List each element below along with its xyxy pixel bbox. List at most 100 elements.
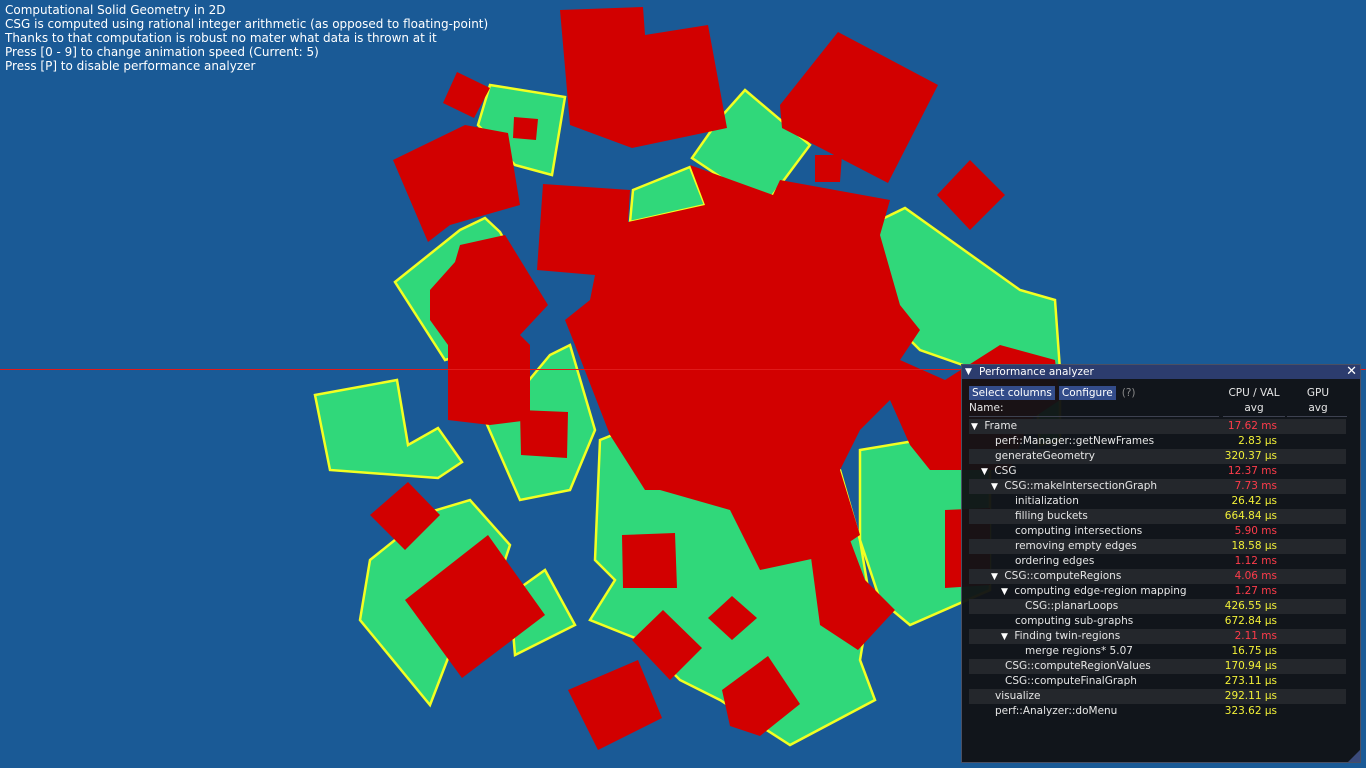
timing-row-label: ▼ CSG <box>981 464 1016 480</box>
timing-row-cpu-value: 17.62 ms <box>1227 420 1277 432</box>
timing-row-cpu-value: 672.84 µs <box>1224 615 1277 627</box>
timing-row[interactable]: merge regions* 5.07 16.75 µs <box>969 644 1346 659</box>
timing-row-cpu-value: 170.94 µs <box>1224 660 1277 672</box>
timing-row-label: CSG::computeFinalGraph <box>1005 674 1137 689</box>
timing-row-cpu-value: 5.90 ms <box>1234 525 1277 537</box>
name-column-header: Name: <box>969 402 1004 414</box>
timing-row-name: perf::Manager::getNewFrames <box>995 435 1155 447</box>
timing-row-label: CSG::computeRegionValues <box>1005 659 1151 674</box>
header-divider <box>1223 416 1285 417</box>
timing-row-cpu-value: 292.11 µs <box>1224 690 1277 702</box>
triangle-down-icon[interactable]: ▼ <box>965 367 979 377</box>
timing-row[interactable]: visualize 292.11 µs <box>969 689 1346 704</box>
select-columns-button[interactable]: Select columns <box>969 386 1055 400</box>
timing-row-name: computing edge-region mapping <box>1014 585 1187 597</box>
red-shape <box>937 160 1005 230</box>
timing-row-label: removing empty edges <box>1015 539 1137 554</box>
timing-row-label: ordering edges <box>1015 554 1094 569</box>
timing-row-label: visualize <box>995 689 1041 704</box>
help-marker[interactable]: (?) <box>1122 387 1136 399</box>
timing-row-name: Frame <box>984 420 1018 432</box>
timing-row[interactable]: perf::Manager::getNewFrames 2.83 µs <box>969 434 1346 449</box>
cpu-column-title: CPU / VAL <box>1228 387 1280 399</box>
timing-row[interactable]: ▼ CSG::makeIntersectionGraph 7.73 ms <box>969 479 1346 494</box>
configure-button[interactable]: Configure <box>1058 386 1116 400</box>
triangle-down-icon[interactable]: ▼ <box>991 570 1001 585</box>
timing-row-name: ordering edges <box>1015 555 1095 567</box>
timing-tree: ▼ Frame 17.62 msperf::Manager::getNewFram… <box>969 419 1346 719</box>
timing-row-label: perf::Manager::getNewFrames <box>995 434 1154 449</box>
performance-analyzer-window[interactable]: ▼ Performance analyzer ✕ Select columns … <box>961 364 1361 763</box>
timing-row[interactable]: ▼ Frame 17.62 ms <box>969 419 1346 434</box>
timing-row[interactable]: perf::Analyzer::doMenu 323.62 µs <box>969 704 1346 719</box>
close-icon[interactable]: ✕ <box>1346 365 1357 379</box>
timing-row-name: generateGeometry <box>995 450 1095 462</box>
timing-row[interactable]: ▼ CSG 12.37 ms <box>969 464 1346 479</box>
timing-row-label: ▼ computing edge-region mapping <box>1001 584 1187 600</box>
red-shape <box>568 660 662 750</box>
overlay-line: Press [P] to disable performance analyze… <box>5 59 256 73</box>
toolbar: Select columns Configure (?) <box>969 386 1136 400</box>
timing-row[interactable]: ▼ Finding twin-regions 2.11 ms <box>969 629 1346 644</box>
triangle-down-icon[interactable]: ▼ <box>981 465 991 480</box>
timing-row-name: computing intersections <box>1015 525 1143 537</box>
timing-row[interactable]: ▼ CSG::computeRegions 4.06 ms <box>969 569 1346 584</box>
timing-row-label: ▼ Finding twin-regions <box>1001 629 1120 645</box>
timing-row[interactable]: filling buckets 664.84 µs <box>969 509 1346 524</box>
overlay-line: Press [0 - 9] to change animation speed … <box>5 45 319 59</box>
timing-row-name: filling buckets <box>1015 510 1088 522</box>
timing-row-name: CSG::makeIntersectionGraph <box>1004 480 1158 492</box>
instructions-overlay: Computational Solid Geometry in 2D CSG i… <box>5 3 488 73</box>
header-divider <box>1287 416 1347 417</box>
timing-row-name: removing empty edges <box>1015 540 1137 552</box>
timing-row[interactable]: generateGeometry 320.37 µs <box>969 449 1346 464</box>
red-shape <box>622 533 677 588</box>
timing-row-cpu-value: 320.37 µs <box>1224 450 1277 462</box>
timing-row-label: computing sub-graphs <box>1015 614 1133 629</box>
timing-row-label: ▼ CSG::makeIntersectionGraph <box>991 479 1157 495</box>
timing-row-name: CSG::computeRegionValues <box>1005 660 1151 672</box>
triangle-down-icon[interactable]: ▼ <box>971 420 981 435</box>
green-region <box>313 378 464 480</box>
timing-row[interactable]: removing empty edges 18.58 µs <box>969 539 1346 554</box>
timing-row-label: generateGeometry <box>995 449 1095 464</box>
cpu-column-header[interactable]: CPU / VAL avg <box>1222 386 1286 416</box>
red-shape <box>393 125 520 242</box>
resize-grip[interactable] <box>1348 750 1360 762</box>
timing-row-cpu-value: 26.42 µs <box>1231 495 1277 507</box>
cpu-column-sub: avg <box>1244 402 1264 414</box>
timing-row-cpu-value: 12.37 ms <box>1227 465 1277 477</box>
timing-row[interactable]: ▼ computing edge-region mapping 1.27 ms <box>969 584 1346 599</box>
triangle-down-icon[interactable]: ▼ <box>1001 585 1011 600</box>
timing-row-cpu-value: 18.58 µs <box>1231 540 1277 552</box>
timing-row-cpu-value: 323.62 µs <box>1224 705 1277 717</box>
timing-row-cpu-value: 2.83 µs <box>1238 435 1277 447</box>
gpu-column-header[interactable]: GPU avg <box>1288 386 1348 416</box>
timing-row-label: computing intersections <box>1015 524 1142 539</box>
timing-row[interactable]: computing sub-graphs 672.84 µs <box>969 614 1346 629</box>
triangle-down-icon[interactable]: ▼ <box>1001 630 1011 645</box>
timing-row[interactable]: CSG::computeFinalGraph 273.11 µs <box>969 674 1346 689</box>
gpu-column-title: GPU <box>1306 387 1330 399</box>
timing-row-label: CSG::planarLoops <box>1025 599 1118 614</box>
timing-row-label: perf::Analyzer::doMenu <box>995 704 1117 719</box>
timing-row[interactable]: CSG::computeRegionValues 170.94 µs <box>969 659 1346 674</box>
timing-row-name: CSG::computeRegions <box>1004 570 1122 582</box>
timing-row-cpu-value: 7.73 ms <box>1234 480 1277 492</box>
timing-row[interactable]: CSG::planarLoops 426.55 µs <box>969 599 1346 614</box>
timing-row[interactable]: computing intersections 5.90 ms <box>969 524 1346 539</box>
timing-row[interactable]: ordering edges 1.12 ms <box>969 554 1346 569</box>
timing-row-label: ▼ Frame <box>971 419 1017 435</box>
timing-row[interactable]: initialization 26.42 µs <box>969 494 1346 509</box>
timing-row-cpu-value: 664.84 µs <box>1224 510 1277 522</box>
timing-row-name: CSG <box>994 465 1017 477</box>
timing-row-name: perf::Analyzer::doMenu <box>995 705 1118 717</box>
timing-row-cpu-value: 2.11 ms <box>1234 630 1277 642</box>
overlay-line: Computational Solid Geometry in 2D <box>5 3 226 17</box>
header-divider <box>969 416 1219 417</box>
timing-row-name: CSG::planarLoops <box>1025 600 1119 612</box>
triangle-down-icon[interactable]: ▼ <box>991 480 1001 495</box>
timing-row-label: initialization <box>1015 494 1079 509</box>
overlay-line: CSG is computed using rational integer a… <box>5 17 489 31</box>
window-titlebar[interactable]: ▼ Performance analyzer ✕ <box>962 365 1360 379</box>
